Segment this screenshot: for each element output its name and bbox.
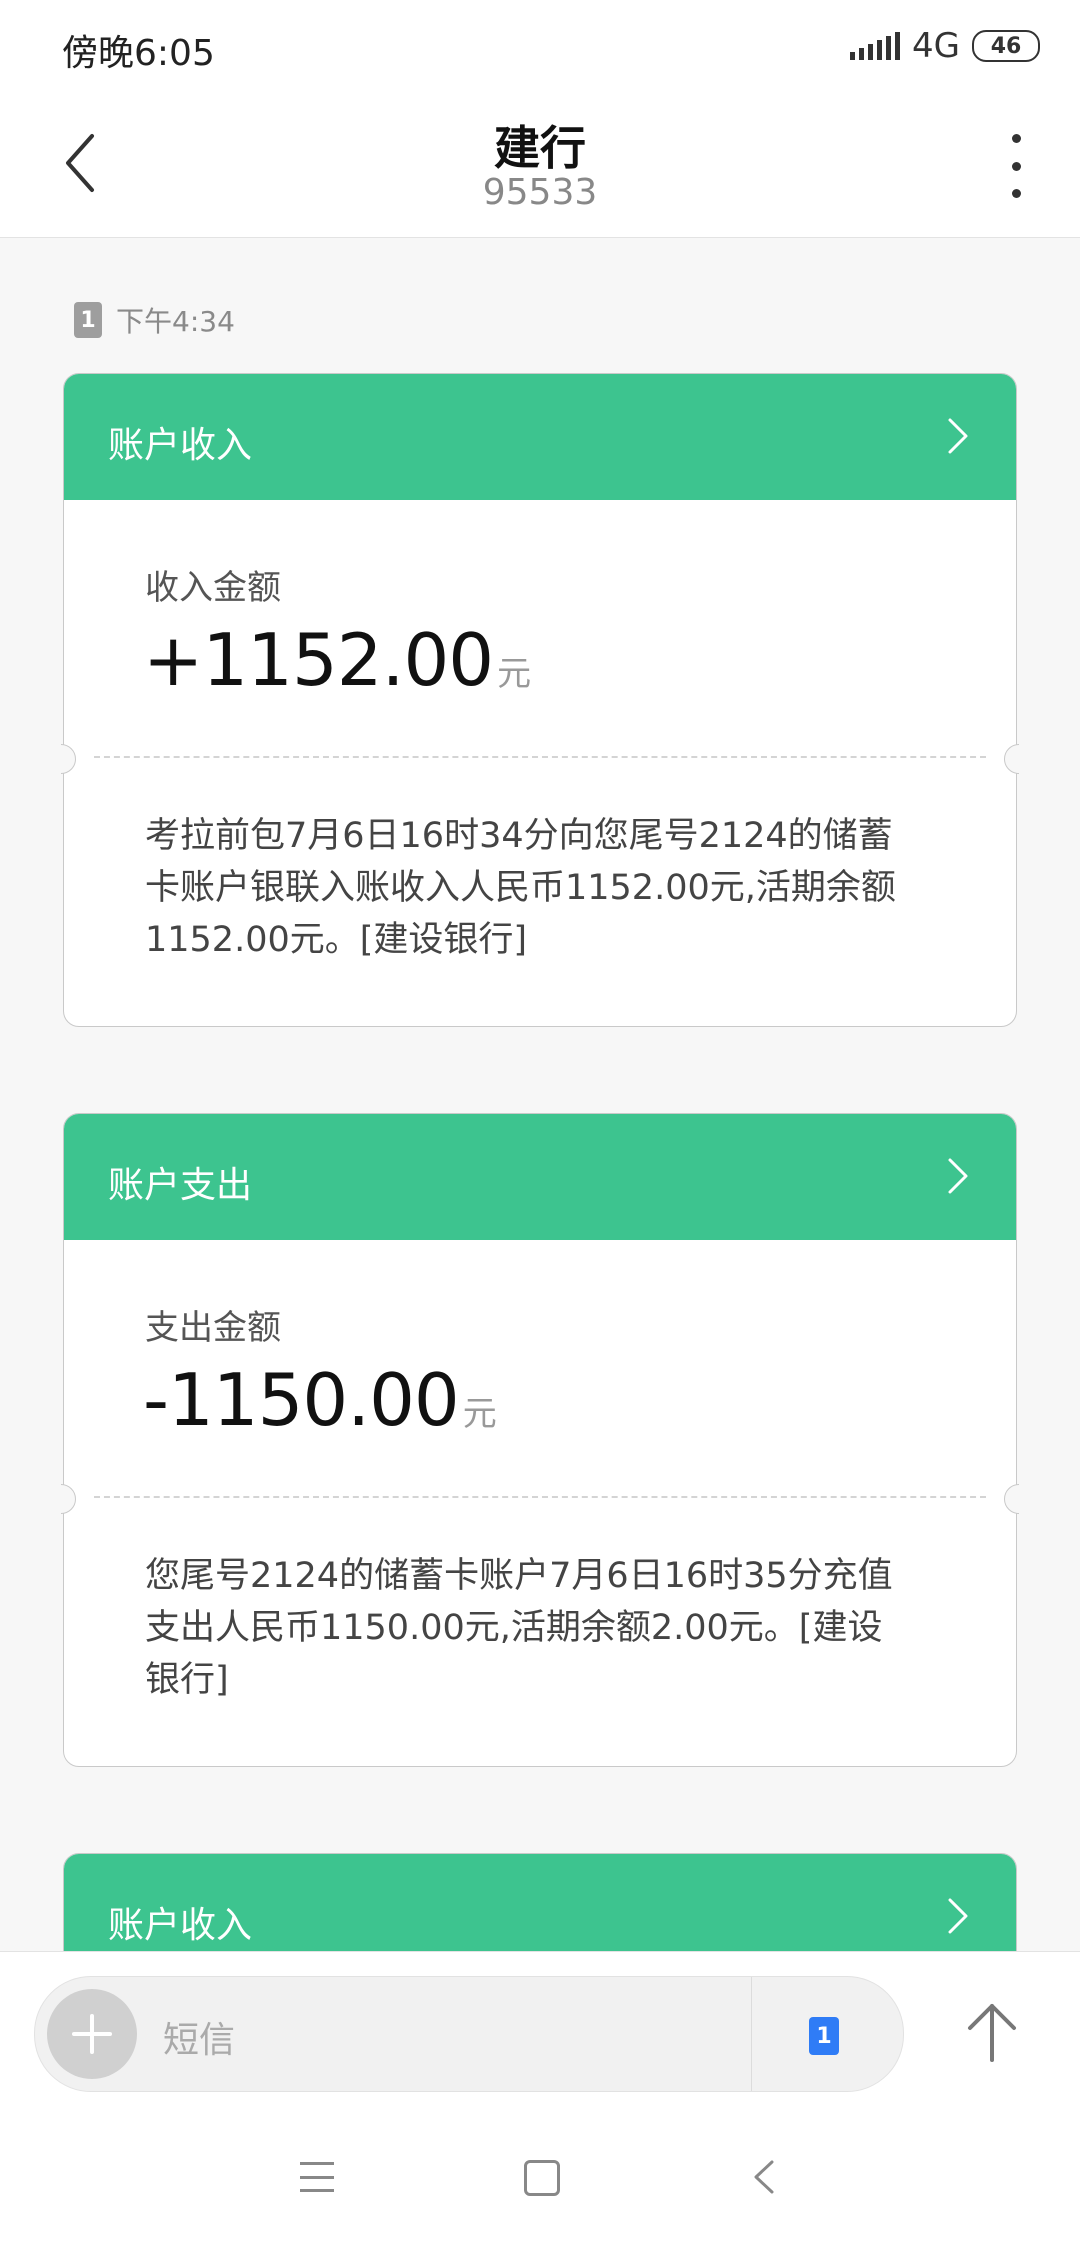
send-button[interactable] — [962, 1998, 1022, 2064]
menu-icon — [300, 2162, 334, 2165]
message-body: 您尾号2124的储蓄卡账户7月6日16时35分充值支出人民币1150.00元,活… — [145, 1556, 893, 1700]
more-dots-icon — [1011, 134, 1021, 143]
amount-section: 支出金额 -1150.00 元 — [64, 1240, 1016, 1496]
card-header[interactable]: 账户收入 — [64, 1854, 1016, 1951]
message-input[interactable]: 短信 — [163, 2011, 235, 2063]
more-options-button[interactable] — [1004, 134, 1028, 198]
transaction-card-income[interactable]: 账户收入 收入金额 +1152.00 元 考拉前包7月6日16时34分向您尾号2… — [61, 373, 1019, 1027]
card-header-label: 账户收入 — [108, 425, 253, 466]
chevron-right-icon — [948, 1158, 968, 1194]
home-button[interactable] — [524, 2160, 560, 2196]
amount-value: +1152.00 — [143, 618, 494, 702]
card-header-label: 账户收入 — [108, 1905, 253, 1946]
arrow-up-icon — [968, 2004, 1016, 2062]
sim-card-icon: 1 — [74, 302, 102, 338]
card-header-label: 账户支出 — [108, 1165, 253, 1206]
signal-icon — [850, 32, 901, 60]
transaction-card-expense[interactable]: 账户支出 支出金额 -1150.00 元 您尾号2124的储蓄卡账户7月6日16… — [61, 1113, 1019, 1767]
battery-icon: 46 — [972, 30, 1040, 62]
system-nav-bar — [0, 2112, 1080, 2244]
dashed-divider — [61, 744, 1019, 774]
status-bar: 傍晚6:05 4G 46 — [0, 0, 1080, 100]
card-header[interactable]: 账户收入 — [64, 374, 1016, 500]
sim-select-button[interactable]: 1 — [809, 2017, 839, 2055]
card-header[interactable]: 账户支出 — [64, 1114, 1016, 1240]
amount-row: +1152.00 元 — [143, 618, 531, 702]
message-time: 下午4:34 — [116, 305, 235, 338]
transaction-card-income-2[interactable]: 账户收入 — [63, 1853, 1017, 1951]
attach-button[interactable] — [47, 1989, 137, 2079]
sim-select-label: 1 — [816, 2023, 832, 2049]
message-input-container[interactable]: 短信 1 — [34, 1976, 904, 2092]
recent-apps-button[interactable] — [300, 2162, 334, 2192]
input-divider — [751, 1977, 752, 2091]
amount-section: 收入金额 +1152.00 元 — [64, 500, 1016, 756]
contact-number: 95533 — [482, 172, 598, 213]
amount-label: 收入金额 — [145, 568, 281, 608]
contact-name: 建行 — [494, 121, 586, 175]
amount-value: -1150.00 — [143, 1358, 460, 1442]
amount-unit: 元 — [497, 654, 532, 694]
amount-label: 支出金额 — [145, 1308, 281, 1348]
battery-level: 46 — [990, 33, 1022, 59]
status-icons: 4G 46 — [850, 26, 1040, 66]
conversation-header: 建行 95533 — [0, 100, 1080, 238]
amount-unit: 元 — [462, 1394, 497, 1434]
message-timestamp-row: 1 下午4:34 — [74, 300, 235, 340]
amount-row: -1150.00 元 — [143, 1358, 497, 1442]
compose-bar: 短信 1 — [0, 1951, 1080, 2112]
message-body: 考拉前包7月6日16时34分向您尾号2124的储蓄卡账户银联入账收入人民币115… — [145, 816, 896, 960]
message-list[interactable]: 1 下午4:34 账户收入 收入金额 +1152.00 元 考拉前包7月6日16… — [0, 238, 1080, 1951]
back-chevron-icon — [754, 2160, 774, 2194]
plus-icon — [72, 2014, 112, 2054]
dashed-divider — [61, 1484, 1019, 1514]
nav-back-button[interactable] — [752, 2158, 776, 2196]
chevron-right-icon — [948, 418, 968, 454]
network-type: 4G — [912, 26, 960, 66]
chevron-right-icon — [948, 1898, 968, 1934]
status-time: 傍晚6:05 — [62, 33, 215, 74]
